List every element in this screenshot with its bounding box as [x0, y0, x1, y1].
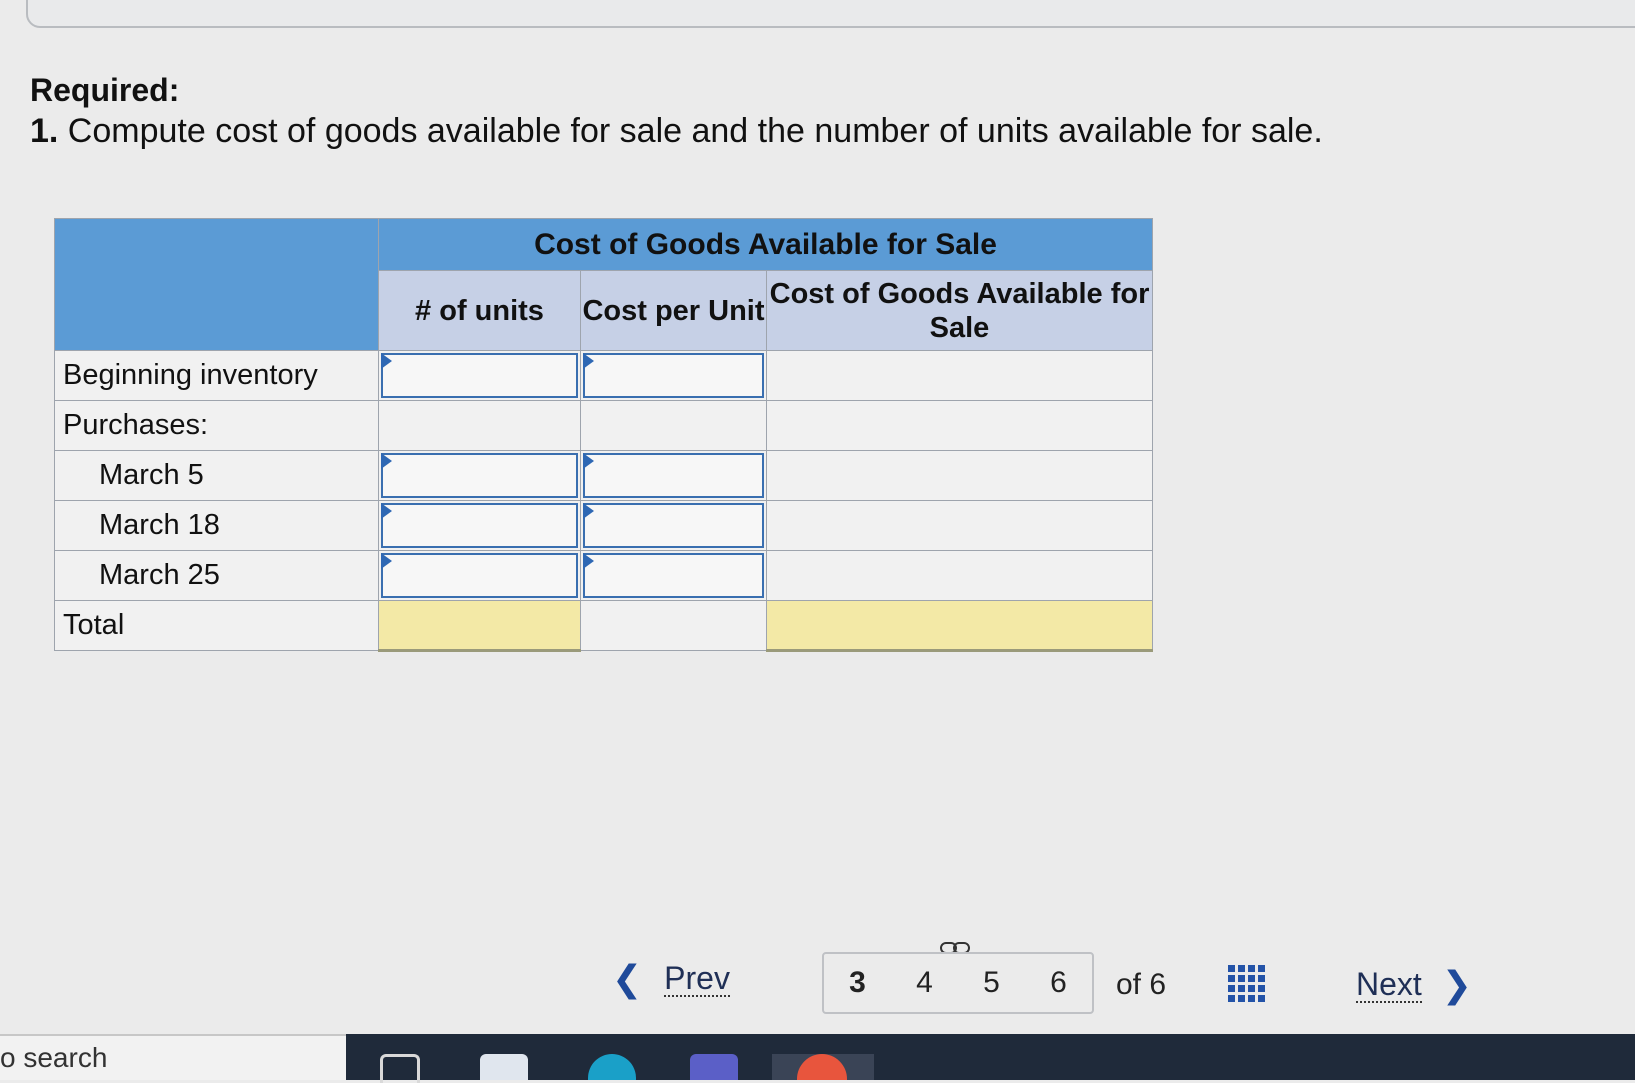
question-text: 1. Compute cost of goods available for s… — [30, 112, 1323, 151]
question-body: Compute cost of goods available for sale… — [58, 112, 1323, 150]
cost-per-unit-march5-input[interactable] — [583, 453, 764, 498]
top-panel — [26, 0, 1635, 28]
row-label-march5: March 5 — [54, 450, 379, 501]
page-4[interactable]: 4 — [916, 966, 933, 1000]
grid-icon[interactable] — [1228, 965, 1265, 1002]
row-label-march25: March 25 — [54, 550, 379, 601]
page-3[interactable]: 3 — [849, 966, 866, 1000]
cost-march18-cell — [580, 500, 767, 551]
total-cogs-cell — [766, 600, 1153, 652]
cost-per-unit-march25-input[interactable] — [583, 553, 764, 598]
table-row: Total — [54, 600, 1153, 652]
group-header: Cost of Goods Available for Sale — [378, 218, 1153, 271]
prev-label: Prev — [664, 960, 730, 997]
total-cost-per-unit-cell — [580, 600, 767, 651]
table-corner-header — [54, 218, 379, 351]
store-icon[interactable] — [480, 1054, 528, 1080]
taskbar-search[interactable]: o search — [0, 1034, 346, 1080]
units-march18-input[interactable] — [381, 503, 578, 548]
row-label-beginning: Beginning inventory — [54, 350, 379, 401]
chevron-right-icon: ❯ — [1441, 964, 1472, 1005]
next-button[interactable]: Next ❯ — [1356, 964, 1472, 1006]
cost-per-unit-march18-input[interactable] — [583, 503, 764, 548]
row-label-purchases: Purchases: — [54, 400, 379, 451]
required-heading: Required: — [30, 72, 180, 108]
units-march5-cell — [378, 450, 581, 501]
units-beginning-cell — [378, 350, 581, 401]
page-5[interactable]: 5 — [983, 966, 1000, 1000]
col-header-cost-per-unit: Cost per Unit — [580, 270, 767, 351]
cogs-table: Cost of Goods Available for Sale # of un… — [54, 218, 1153, 652]
table-row: March 25 — [54, 550, 1153, 601]
page-selector: 3 4 5 6 — [822, 952, 1094, 1014]
units-march5-input[interactable] — [381, 453, 578, 498]
cost-per-unit-beginning-input[interactable] — [583, 353, 764, 398]
cogs-purchases-cell — [766, 400, 1153, 451]
next-label: Next — [1356, 966, 1422, 1003]
cogs-march5-cell — [766, 450, 1153, 501]
teams-icon[interactable] — [690, 1054, 738, 1080]
table-row: Purchases: — [54, 400, 1153, 451]
units-beginning-input[interactable] — [381, 353, 578, 398]
cost-march25-cell — [580, 550, 767, 601]
cost-purchases-cell — [580, 400, 767, 451]
row-label-total: Total — [54, 600, 379, 651]
table-row: March 18 — [54, 500, 1153, 551]
units-march25-cell — [378, 550, 581, 601]
chevron-left-icon: ❮ — [612, 958, 643, 999]
page-count: of 6 — [1116, 968, 1167, 1001]
cogs-march18-cell — [766, 500, 1153, 551]
table-row: March 5 — [54, 450, 1153, 501]
cogs-beginning-cell — [766, 350, 1153, 401]
col-header-units: # of units — [378, 270, 581, 351]
units-march18-cell — [378, 500, 581, 551]
cogs-march25-cell — [766, 550, 1153, 601]
cost-beginning-cell — [580, 350, 767, 401]
units-march25-input[interactable] — [381, 553, 578, 598]
table-row: Beginning inventory — [54, 350, 1153, 401]
prev-button[interactable]: ❮ Prev — [612, 958, 730, 1000]
task-view-icon[interactable] — [380, 1054, 420, 1083]
units-purchases-cell — [378, 400, 581, 451]
row-label-march18: March 18 — [54, 500, 379, 551]
total-units-cell — [378, 600, 581, 652]
cost-march5-cell — [580, 450, 767, 501]
col-header-cogs: Cost of Goods Available for Sale — [766, 270, 1153, 351]
question-number: 1. — [30, 112, 59, 150]
page-6[interactable]: 6 — [1050, 966, 1067, 1000]
